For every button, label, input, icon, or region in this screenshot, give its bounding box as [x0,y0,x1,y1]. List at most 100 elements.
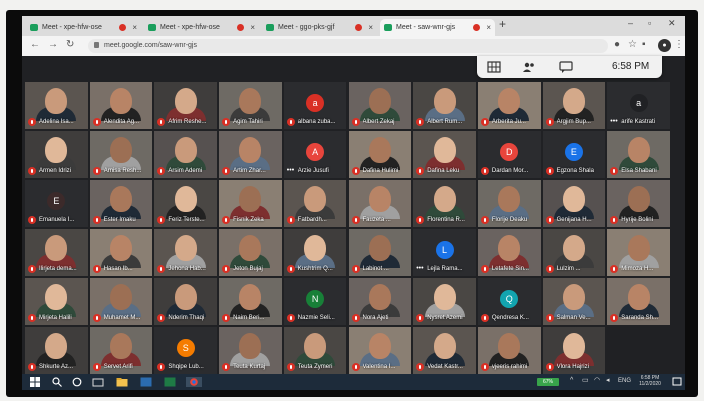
more-options-icon[interactable]: ••• [610,118,617,126]
store-icon[interactable] [140,377,152,387]
participant-tile[interactable]: Servet Arifi [89,327,153,374]
reload-icon[interactable]: ↻ [66,39,74,50]
participant-tile[interactable]: Letafete Sin... [477,229,541,276]
participant-tile[interactable]: Nysret Azemi [413,278,476,325]
participant-tile[interactable]: Ilirjeta dema... [25,229,88,276]
participant-tile[interactable]: Mirjeta Halili [25,278,88,325]
camera-permission-icon[interactable]: ● [614,39,620,50]
wifi-icon[interactable]: ◠ [594,376,600,386]
participant-tile[interactable]: L ••• Lejla Rama... [413,229,476,276]
close-tab-icon[interactable]: × [250,19,255,36]
participant-tile[interactable]: a albana zuba... [283,82,347,129]
participant-tile[interactable]: Valentina I... [348,327,412,374]
participant-tile[interactable]: Nora Ajeti [348,278,412,325]
participant-tile[interactable]: Hyrije Bolini [607,180,670,227]
menu-dots-icon[interactable]: ⋮ [674,39,684,50]
forward-icon[interactable]: → [48,39,58,50]
participant-tile[interactable]: Argjim Bup... [542,82,606,129]
participant-tile[interactable]: Fatbardh... [283,180,347,227]
participant-tile[interactable]: Vedat Kastr... [413,327,476,374]
windows-start-icon[interactable] [30,377,40,387]
participant-tile[interactable]: Florentina R... [413,180,476,227]
task-view-icon[interactable] [92,377,104,387]
excel-icon[interactable] [164,377,176,387]
participant-tile[interactable]: Teuta Kurtaj [219,327,282,374]
participant-tile[interactable]: Agim Tahiri [219,82,282,129]
participant-tile[interactable]: Elsa Shabani [607,131,670,178]
chat-icon[interactable] [559,61,573,73]
participant-tile[interactable]: Vlora Hajrizi [542,327,606,374]
cortana-icon[interactable] [72,377,82,387]
participant-tile[interactable]: Adelina Isa... [25,82,88,129]
search-icon[interactable] [52,377,62,387]
participant-tile[interactable]: N Nazmie Seli... [283,278,347,325]
participant-tile[interactable]: Albert Zekaj [348,82,412,129]
participant-tile[interactable]: Nderim Thaqi [154,278,218,325]
tray-chevron-icon[interactable]: ^ [570,376,573,386]
participant-tile[interactable]: Arberita Ju... [477,82,541,129]
extensions-icon[interactable]: ▪ [642,39,646,50]
browser-tab-4-active[interactable]: Meet - saw-wnr-gjs × [380,19,495,36]
participant-tile[interactable]: a ••• arife Kastrati [607,82,670,129]
maximize-icon[interactable]: ▫ [648,18,651,28]
more-options-icon[interactable]: ••• [416,265,423,273]
participant-tile[interactable]: Fisnik Zeka [219,180,282,227]
back-icon[interactable]: ← [30,39,40,50]
browser-tab-1[interactable]: Meet - xpe-hfw-ose × [26,19,141,36]
new-tab-button[interactable]: + [499,17,506,31]
participant-tile[interactable]: Dafina Hulimi [348,131,412,178]
participant-tile[interactable]: Genijana H... [542,180,606,227]
participant-tile[interactable]: Armen Idrizi [25,131,88,178]
participant-tile[interactable]: Arsim Ademi [154,131,218,178]
participant-tile[interactable]: Naim Beri... [219,278,282,325]
participant-tile[interactable]: Fauzeta ... [348,180,412,227]
participant-tile[interactable]: Arnisa Resh... [89,131,153,178]
participant-tile[interactable]: Mimoza H... [607,229,670,276]
battery-icon[interactable]: ▭ [582,376,589,386]
participant-tile[interactable]: Shkurte Az... [25,327,88,374]
participant-tile[interactable]: Feriz Terste... [154,180,218,227]
close-window-icon[interactable]: ✕ [668,18,676,29]
taskbar-clock[interactable]: 6:58 PM 11/2/2020 [632,375,668,387]
minimize-icon[interactable]: – [628,18,633,28]
browser-tab-2[interactable]: Meet - xpe-hfw-ose × [144,19,259,36]
participant-tile[interactable]: Dafina Leku [413,131,476,178]
participant-tile[interactable]: Alendita Ag... [89,82,153,129]
participant-tile[interactable]: Florije Deaku [477,180,541,227]
participant-tile[interactable]: A ••• Arzie Jusufi [283,131,347,178]
participant-tile[interactable]: Teuta Zymeri [283,327,347,374]
participant-tile[interactable]: Labinot ... [348,229,412,276]
participant-tile[interactable]: Kushtrim Q... [283,229,347,276]
close-tab-icon[interactable]: × [486,19,491,36]
participant-tile[interactable]: Albert Rum... [413,82,476,129]
battery-badge[interactable]: 67% [537,378,559,386]
more-options-icon[interactable]: ••• [287,167,294,175]
participant-tile[interactable]: vjeeris rahimi [477,327,541,374]
participant-tile[interactable]: S Shqipe Lub... [154,327,218,374]
close-tab-icon[interactable]: × [132,19,137,36]
language-icon[interactable]: ENG [618,376,631,386]
participant-tile[interactable]: Muhamet M... [89,278,153,325]
close-tab-icon[interactable]: × [368,19,373,36]
participant-tile[interactable]: D Dardan Mor... [477,131,541,178]
file-explorer-icon[interactable] [116,377,128,387]
participant-tile[interactable]: Salman Ve... [542,278,606,325]
participant-tile[interactable]: E Egzona Shala [542,131,606,178]
browser-tab-3[interactable]: Meet - ggo-pks-gjf × [262,19,377,36]
notifications-icon[interactable] [672,377,682,387]
address-bar[interactable]: meet.google.com/saw-wnr-gjs [88,39,608,53]
participant-tile[interactable]: Lulzim ... [542,229,606,276]
participant-tile[interactable]: Saranda Sh... [607,278,670,325]
bookmark-star-icon[interactable]: ☆ [628,39,637,50]
participant-tile[interactable]: Artim Zhar... [219,131,282,178]
participant-tile[interactable]: Jeton Bujaj [219,229,282,276]
profile-avatar[interactable]: ● [658,39,671,52]
volume-icon[interactable]: ◂ [606,376,610,386]
people-icon[interactable] [522,61,536,73]
participant-tile[interactable]: E Emanuela I... [25,180,88,227]
participant-tile[interactable]: Ester Imaku [89,180,153,227]
participant-tile[interactable]: Hasan Ib... [89,229,153,276]
participant-tile[interactable]: Afrim Reshe... [154,82,218,129]
participant-tile[interactable]: Q Qendresa K... [477,278,541,325]
participant-tile[interactable]: Jehona Hab... [154,229,218,276]
